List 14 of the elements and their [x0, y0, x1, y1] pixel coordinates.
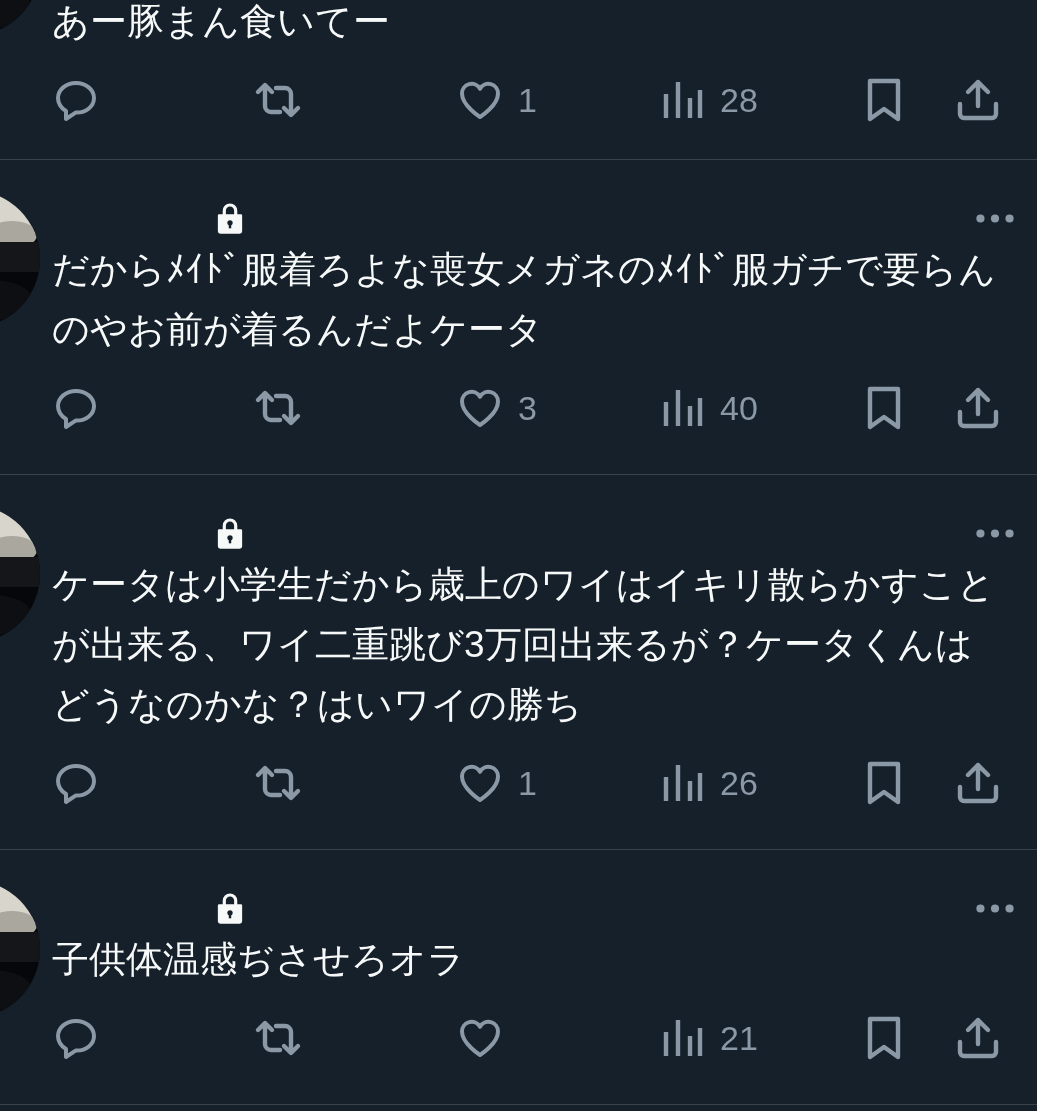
more-icon[interactable] [975, 212, 1015, 224]
view-count: 28 [720, 80, 758, 120]
tweet-text: だからﾒｲﾄﾞ服着ろよな喪女メガネのﾒｲﾄﾞ服ガチで要らんのやお前が着るんだよケータ [52, 248, 997, 352]
like-count: 3 [518, 388, 537, 428]
like-count: 1 [518, 763, 537, 803]
tweet-text: ケータは小学生だから歳上のワイはイキリ散らかすことが出来る、ワイ二重跳び3万回出来るが？ケータくんはどうなのかな？はいワイの勝ち [52, 563, 996, 727]
more-icon[interactable] [975, 527, 1015, 539]
tweet-text: あー豚まん食いてー [52, 0, 391, 44]
like-count: 1 [518, 80, 537, 120]
more-icon[interactable] [975, 902, 1015, 914]
view-count: 26 [720, 763, 758, 803]
view-count: 40 [720, 388, 758, 428]
view-count: 21 [720, 1018, 758, 1058]
tweet-text: 子供体温感ぢさせろオラ [52, 938, 466, 982]
